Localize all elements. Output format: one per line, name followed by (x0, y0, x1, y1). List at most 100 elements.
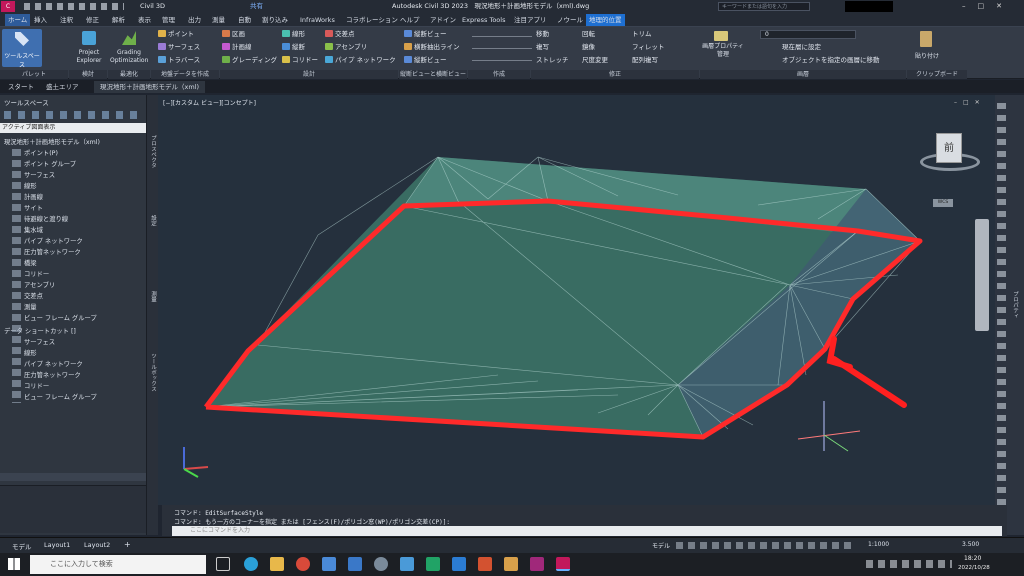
tab-analyze[interactable]: 解析 (112, 14, 125, 26)
tree-survey[interactable]: 測量 (24, 302, 37, 313)
ribbon-corridor[interactable]: コリドー (282, 56, 318, 65)
tree-ds-alignments[interactable]: 線形 (24, 348, 37, 359)
properties-tab[interactable]: プロパティ (1011, 291, 1019, 319)
ribbon-parcel[interactable]: 区画 (222, 30, 245, 39)
tab-knowledge[interactable]: ノウール (557, 14, 583, 26)
modify-trim[interactable]: トリム (632, 30, 652, 39)
tab-survey-vertical[interactable]: 測量 (148, 291, 157, 302)
tab-home[interactable]: ホーム (5, 14, 31, 26)
ribbon-profile-view[interactable]: 縦断ビュー (404, 30, 447, 39)
tree-corridors[interactable]: コリドー (24, 269, 49, 280)
ribbon-traverse[interactable]: トラバース (158, 56, 200, 65)
tree-view-frame-groups[interactable]: ビュー フレーム グループ (24, 313, 97, 324)
clock-date[interactable]: 2022/10/28 (958, 565, 990, 571)
photos-icon[interactable] (400, 557, 414, 571)
ribbon-feature-line[interactable]: 計画線 (222, 43, 252, 52)
tree-catchments[interactable]: 集水域 (24, 225, 43, 236)
tab-help[interactable]: ヘルプ (400, 14, 420, 26)
paste-button[interactable]: 貼り付け (912, 29, 942, 67)
infraworks-icon[interactable] (504, 557, 518, 571)
search-input[interactable]: キーワードまたは語句を入力 (718, 2, 810, 11)
tree-ds-pipe-networks[interactable]: パイプ ネットワーク (24, 359, 83, 370)
tab-auto[interactable]: 自動 (238, 14, 251, 26)
modify-scale[interactable]: 尺度変更 (582, 56, 608, 65)
ribbon-point[interactable]: ポイント (158, 30, 194, 39)
workspace-select[interactable]: Civil 3D (140, 1, 165, 12)
viewcube[interactable]: 前 (920, 131, 980, 171)
share-button[interactable]: 共有 (250, 1, 263, 12)
modify-fillet[interactable]: フィレット (632, 43, 664, 52)
tab-featured-apps[interactable]: 注目アプリ (514, 14, 547, 26)
tab-collaboration[interactable]: コラボレーション (346, 14, 398, 26)
draw-tools[interactable] (472, 31, 532, 65)
tab-express-tools[interactable]: Express Tools (462, 14, 505, 26)
toolspace-button[interactable]: ツールスペース (2, 29, 42, 69)
store-icon[interactable] (322, 557, 336, 571)
doc-tab-active[interactable]: 現況地形＋計画地形モデル（xml) (94, 81, 206, 93)
tab-insert[interactable]: 挿入 (34, 14, 47, 26)
doc-tab-start[interactable]: スタート (2, 81, 40, 93)
status-scale[interactable]: 1:1000 (868, 541, 889, 548)
tree-pressure-networks[interactable]: 圧力管ネットワーク (24, 247, 81, 258)
start-icon[interactable] (8, 558, 20, 570)
modify-rotate[interactable]: 回転 (582, 30, 595, 39)
tab-interrupt[interactable]: 割り込み (262, 14, 288, 26)
layout-tab-2[interactable]: Layout2 (84, 541, 110, 549)
word-icon[interactable] (452, 557, 466, 571)
ribbon-section-view[interactable]: 縦断ビュー (404, 56, 447, 65)
tab-annotate[interactable]: 注釈 (60, 14, 73, 26)
tab-geolocation[interactable]: 地理的位置 (586, 14, 625, 26)
tree-ds-corridors[interactable]: コリドー (24, 381, 49, 392)
taskbar-search[interactable]: ここに入力して検索 (30, 555, 206, 574)
tree-assemblies[interactable]: アセンブリ (24, 280, 55, 291)
tray-icons[interactable] (866, 560, 952, 568)
doc-tab-fill-area[interactable]: 盛土エリア (40, 81, 85, 93)
grading-optimization-button[interactable]: Grading Optimization (110, 29, 148, 67)
taskview-icon[interactable] (216, 557, 230, 571)
status-icons[interactable] (676, 542, 856, 549)
navigation-bar[interactable] (975, 219, 989, 331)
layer-properties-button[interactable]: 画層プロパティ管理 (702, 43, 744, 59)
tree-ds-surfaces[interactable]: サーフェス (24, 337, 55, 348)
tree-point-groups[interactable]: ポイント グループ (24, 159, 76, 170)
palette-view-dropdown[interactable]: アクティブ図面表示 (0, 123, 146, 133)
tab-addins[interactable]: アドイン (430, 14, 456, 26)
modify-stretch[interactable]: ストレッチ (536, 56, 569, 65)
viewcube-face[interactable]: 前 (936, 133, 962, 163)
tab-modify[interactable]: 修正 (86, 14, 99, 26)
powerpoint-icon[interactable] (478, 557, 492, 571)
tree-bridges[interactable]: 橋梁 (24, 258, 37, 269)
tree-ds-view-frame-groups[interactable]: ビュー フレーム グループ (24, 392, 97, 403)
modify-mirror[interactable]: 鏡像 (582, 43, 595, 52)
tree-sites[interactable]: サイト (24, 203, 43, 214)
ribbon-alignment[interactable]: 線形 (282, 30, 305, 39)
edge-icon[interactable] (244, 557, 258, 571)
autodesk-icon[interactable] (530, 557, 544, 571)
ribbon-intersection[interactable]: 交差点 (325, 30, 355, 39)
wcs-dropdown[interactable]: WCS (933, 199, 953, 207)
mail-icon[interactable] (348, 557, 362, 571)
clock-time[interactable]: 18:20 (964, 555, 981, 562)
tree-surfaces[interactable]: サーフェス (24, 170, 55, 181)
tree-intersections[interactable]: 交差点 (24, 291, 43, 302)
status-model[interactable]: モデル (652, 541, 670, 550)
ribbon-grading[interactable]: グレーディング (222, 56, 277, 65)
palette-toolbar-icons[interactable] (4, 111, 144, 119)
right-toolbar-icons[interactable] (997, 103, 1006, 513)
civil3d-icon[interactable] (556, 557, 570, 571)
tree-root-drawing[interactable]: 現況地形＋計画地形モデル（xml) (4, 137, 100, 148)
ribbon-pipe-network[interactable]: パイプ ネットワーク (325, 56, 396, 65)
layout-tab-1[interactable]: Layout1 (44, 541, 70, 549)
add-layout-tab[interactable]: + (124, 540, 131, 549)
tree-pipe-networks[interactable]: パイプ ネットワーク (24, 236, 83, 247)
modify-array[interactable]: 配列複写 (632, 56, 658, 65)
tab-toolbox[interactable]: ツールボックス (148, 353, 157, 392)
tab-manage[interactable]: 管理 (162, 14, 175, 26)
modify-copy[interactable]: 複写 (536, 43, 549, 52)
tree-points[interactable]: ポイント(P) (24, 148, 58, 159)
layer-move-to-layer[interactable]: オブジェクトを指定の画層に移動 (782, 56, 880, 65)
tree-alignments[interactable]: 線形 (24, 181, 37, 192)
surface-model[interactable] (158, 95, 995, 505)
tab-prospector[interactable]: プロスペクタ (148, 135, 157, 168)
tree-ds-pressure-networks[interactable]: 圧力管ネットワーク (24, 370, 81, 381)
